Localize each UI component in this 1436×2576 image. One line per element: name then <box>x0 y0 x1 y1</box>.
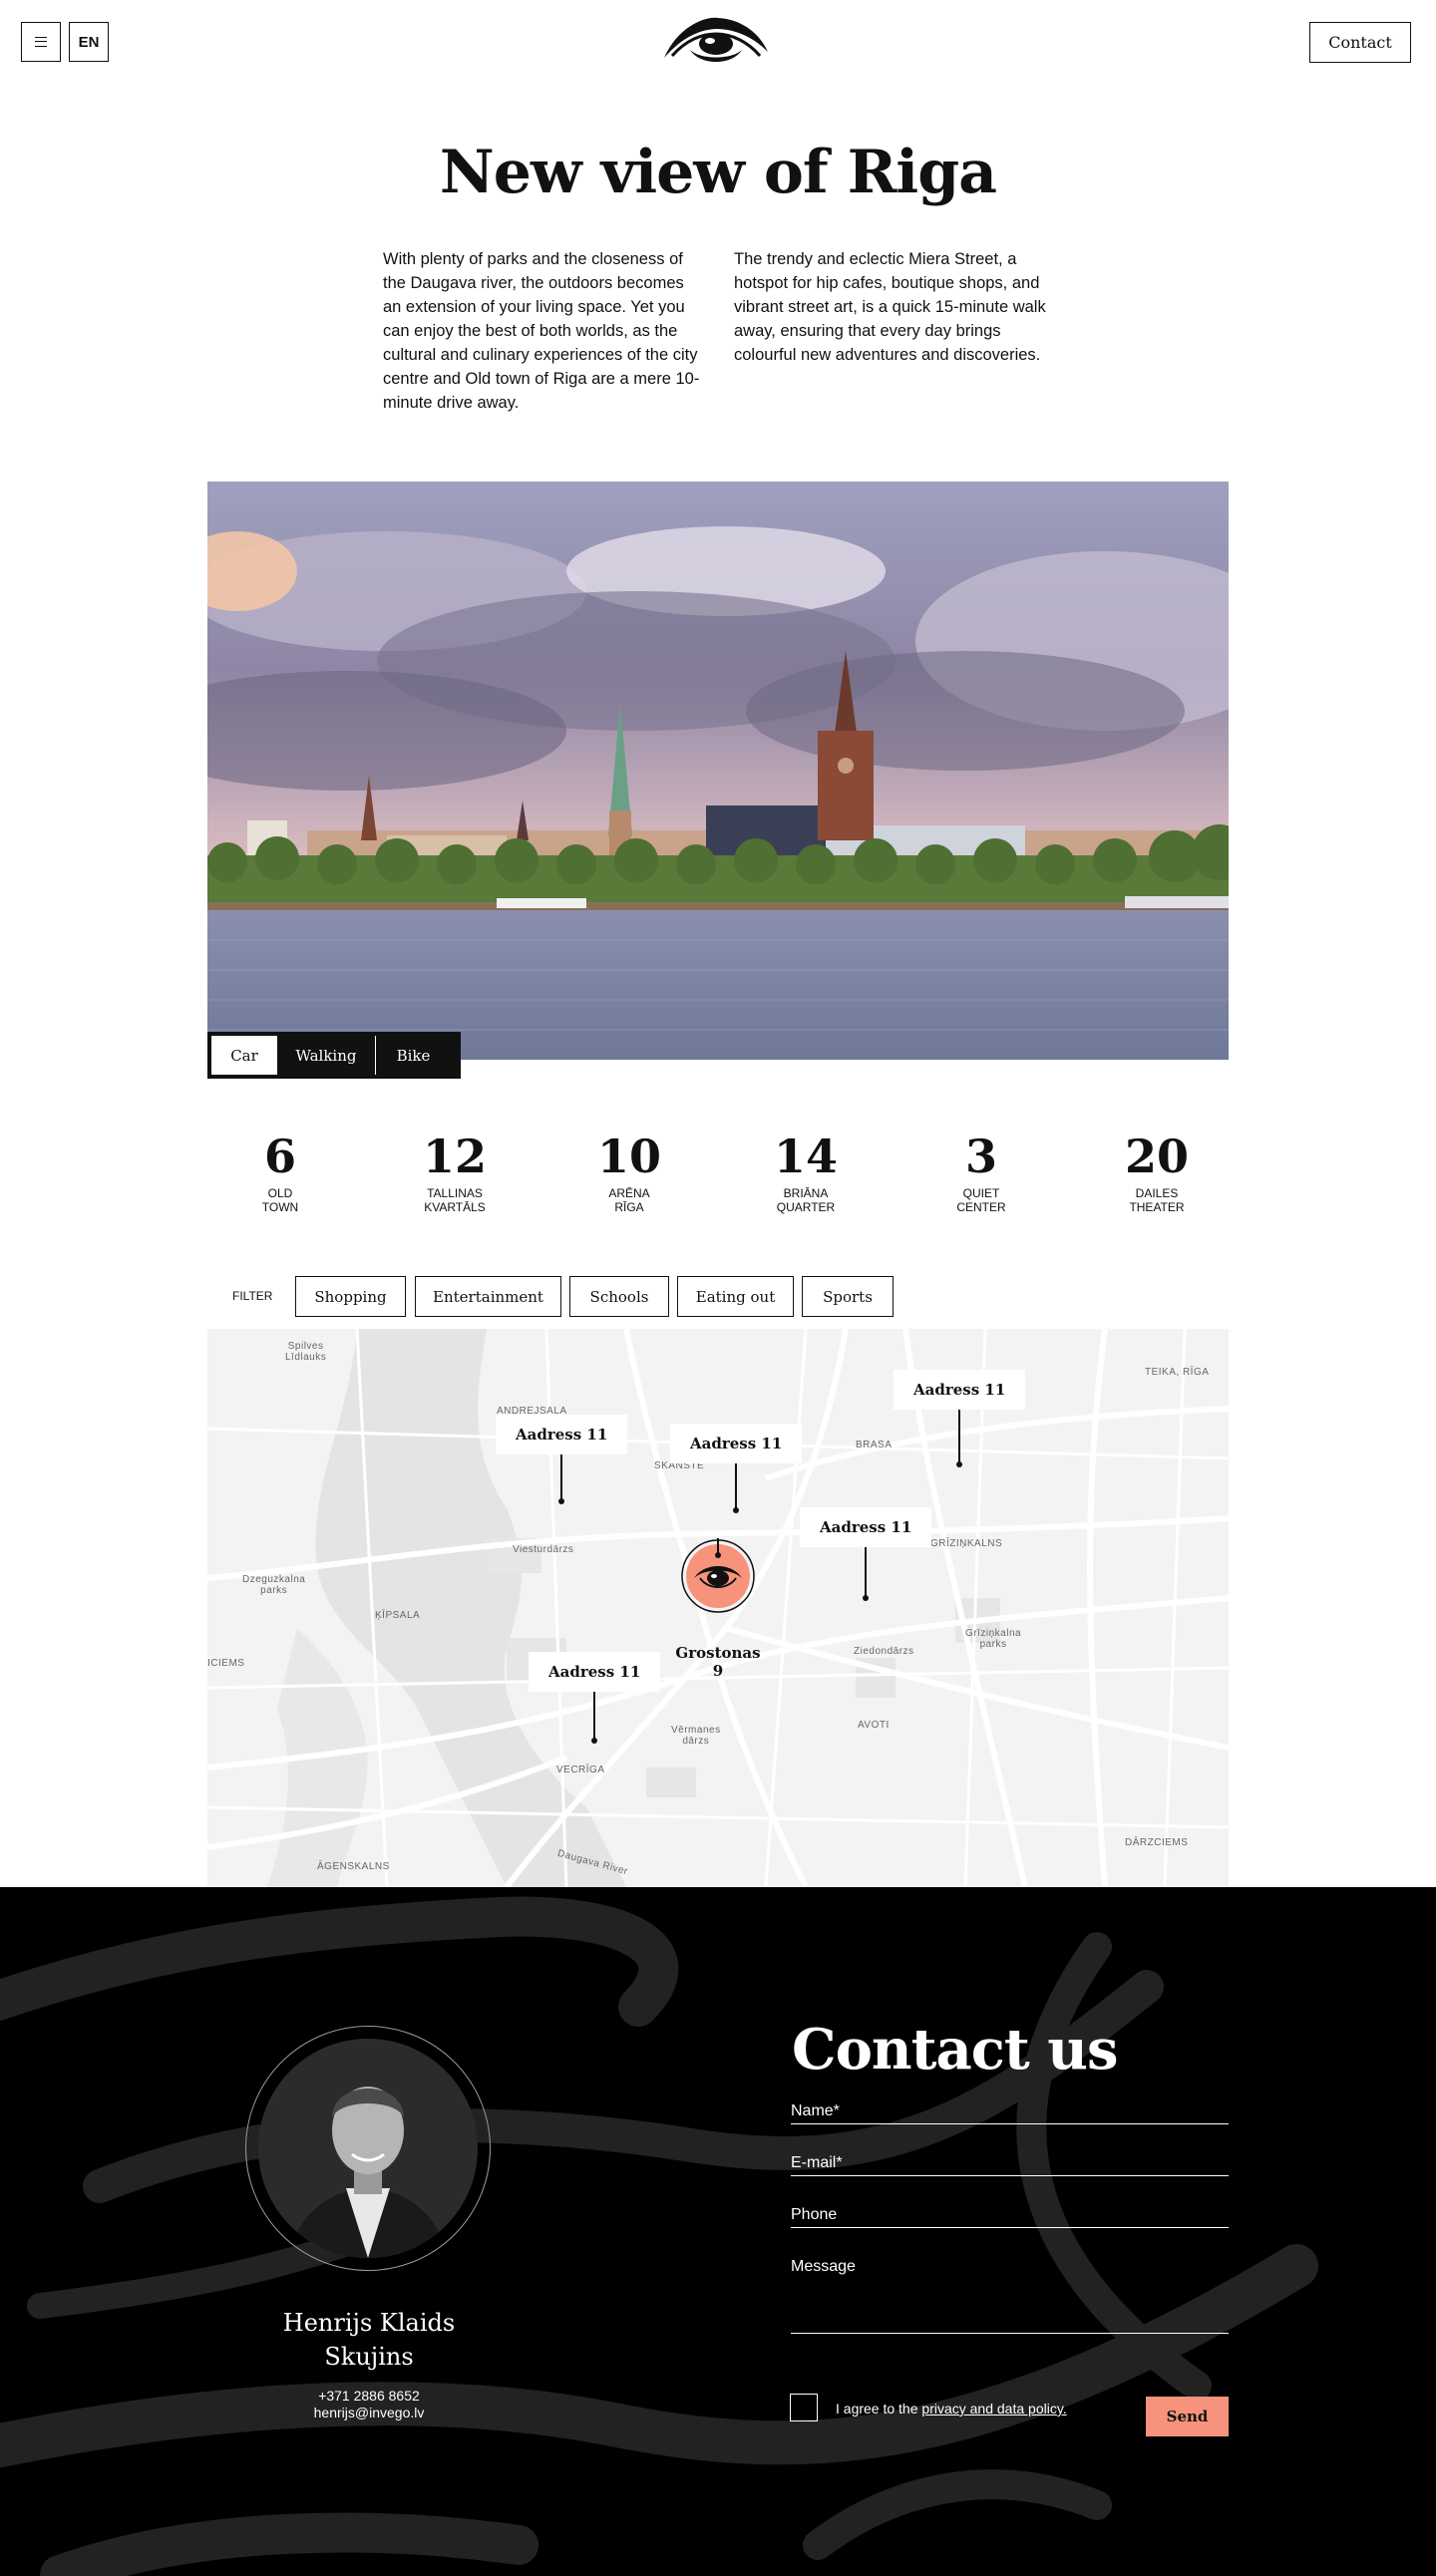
stat-label: QUIET CENTER <box>956 1186 1006 1214</box>
avatar <box>258 2039 478 2258</box>
menu-button[interactable] <box>21 22 61 62</box>
pin-stem <box>715 1538 721 1558</box>
page-title: New view of Riga <box>439 138 997 207</box>
stat-value: 12 <box>422 1129 487 1183</box>
contact-button[interactable]: Contact <box>1309 22 1411 63</box>
map-label: ICIEMS <box>207 1658 245 1669</box>
stat-value: 3 <box>964 1129 997 1183</box>
pin-label: Aadress 11 <box>529 1652 661 1692</box>
agent-email[interactable]: henrijs@invego.lv <box>219 2405 519 2421</box>
pin-stem <box>591 1692 598 1744</box>
pin-stem <box>863 1547 870 1601</box>
map-label: Ziedondārzs <box>854 1646 914 1657</box>
name-field[interactable]: Name* <box>791 2102 1229 2124</box>
stat-label: ARĒNA RĪGA <box>608 1186 650 1214</box>
map-label: TEIKA, RĪGA <box>1145 1367 1210 1378</box>
stat-old-town: 6 OLD TOWN <box>195 1128 365 1214</box>
map-label: DĀRZCIEMS <box>1125 1837 1189 1848</box>
intro-text-left: With plenty of parks and the closeness o… <box>383 250 700 412</box>
map-label: GRĪZIŅKALNS <box>930 1538 1003 1549</box>
eye-logo-icon[interactable] <box>660 12 772 66</box>
home-marker[interactable] <box>680 1538 756 1613</box>
pin-stem <box>558 1454 565 1504</box>
hamburger-icon <box>35 37 47 47</box>
filter-label: FILTER <box>232 1289 273 1303</box>
map-pin[interactable]: Aadress 11 <box>670 1424 803 1513</box>
send-button[interactable]: Send <box>1146 2397 1229 2436</box>
stat-label: TALLINAS KVARTĀLS <box>424 1186 486 1214</box>
map-label: BRASA <box>856 1440 893 1450</box>
stat-value: 20 <box>1124 1129 1189 1183</box>
map-pin[interactable]: Aadress 11 <box>529 1652 661 1744</box>
filter-entertainment-button[interactable]: Entertainment <box>415 1276 561 1317</box>
map-label: ĀGENSKALNS <box>317 1861 390 1872</box>
stat-value: 10 <box>596 1129 661 1183</box>
privacy-agree-text: I agree to the privacy and data policy. <box>836 2401 1067 2416</box>
language-button[interactable]: EN <box>69 22 109 62</box>
stat-label: OLD TOWN <box>261 1186 299 1214</box>
stat-value: 6 <box>263 1129 296 1183</box>
filter-eating-out-button[interactable]: Eating out <box>677 1276 794 1317</box>
filter-shopping-button[interactable]: Shopping <box>295 1276 406 1317</box>
stat-value: 14 <box>773 1129 838 1183</box>
map-label: Spilves Līdlauks <box>285 1341 327 1363</box>
privacy-checkbox[interactable] <box>790 2394 818 2421</box>
mode-bike-button[interactable]: Bike <box>375 1036 451 1075</box>
stat-dailes-theater: 20 DAILES THEATER <box>1072 1128 1242 1214</box>
contact-title: Contact us <box>792 2017 1118 2083</box>
home-address-label: Grostonas 9 <box>675 1644 761 1680</box>
map-label: VECRĪGA <box>556 1765 605 1775</box>
pin-label: Aadress 11 <box>800 1507 932 1547</box>
map-label: Vērmanes dārzs <box>671 1725 721 1747</box>
mode-car-button[interactable]: Car <box>211 1036 277 1075</box>
stat-arena-riga: 10 ARĒNA RĪGA <box>544 1128 714 1214</box>
stat-briana-quarter: 14 BRIĀNA QUARTER <box>721 1128 891 1214</box>
map-label: ĶĪPSALA <box>375 1610 421 1621</box>
agent-contact-info: +371 2886 8652 henrijs@invego.lv <box>219 2388 519 2421</box>
pin-label: Aadress 11 <box>670 1424 803 1463</box>
agree-text: I agree to the <box>836 2401 922 2416</box>
pin-stem <box>733 1463 740 1513</box>
map-label: Dzeguzkalna parks <box>242 1574 306 1596</box>
map-pin[interactable]: Aadress 11 <box>894 1370 1026 1467</box>
stat-quiet-center: 3 QUIET CENTER <box>897 1128 1066 1214</box>
map-pin[interactable]: Aadress 11 <box>496 1415 628 1504</box>
contact-section: Henrijs Klaids Skujins +371 2886 8652 he… <box>0 1887 1436 2576</box>
agent-phone[interactable]: +371 2886 8652 <box>219 2388 519 2405</box>
pin-label: Aadress 11 <box>894 1370 1026 1410</box>
privacy-policy-link[interactable]: privacy and data policy. <box>921 2401 1066 2416</box>
map-label: Viesturdārzs <box>513 1544 574 1555</box>
phone-field[interactable]: Phone <box>791 2206 1229 2228</box>
map-label: Grīziņkalna parks <box>965 1628 1022 1650</box>
filter-schools-button[interactable]: Schools <box>569 1276 669 1317</box>
agent-name: Henrijs Klaids Skujins <box>282 2309 456 2371</box>
email-field[interactable]: E-mail* <box>791 2154 1229 2176</box>
brush-strokes-decoration <box>0 1896 1318 2576</box>
stat-label: DAILES THEATER <box>1129 1186 1185 1214</box>
stat-label: BRIĀNA QUARTER <box>776 1186 836 1214</box>
stat-tallinas-kvartals: 12 TALLINAS KVARTĀLS <box>370 1128 539 1214</box>
site-header: EN Contact <box>0 0 1436 84</box>
filter-sports-button[interactable]: Sports <box>802 1276 894 1317</box>
intro-text-right: The trendy and eclectic Miera Street, a … <box>734 250 1046 364</box>
pin-stem <box>956 1410 963 1467</box>
map-label: AVOTI <box>858 1720 890 1731</box>
neighbourhood-map[interactable]: Spilves Līdlauks ANDREJSALA SKANSTE BRAS… <box>207 1329 1229 1887</box>
pin-label: Aadress 11 <box>496 1415 628 1454</box>
riga-skyline-photo <box>207 482 1229 1060</box>
mode-walking-button[interactable]: Walking <box>277 1036 375 1075</box>
message-field[interactable]: Message <box>791 2258 1229 2334</box>
map-pin[interactable]: Aadress 11 <box>800 1507 932 1601</box>
agent-portrait <box>245 2026 491 2271</box>
transport-mode-switch: Car Walking Bike <box>207 1032 461 1079</box>
